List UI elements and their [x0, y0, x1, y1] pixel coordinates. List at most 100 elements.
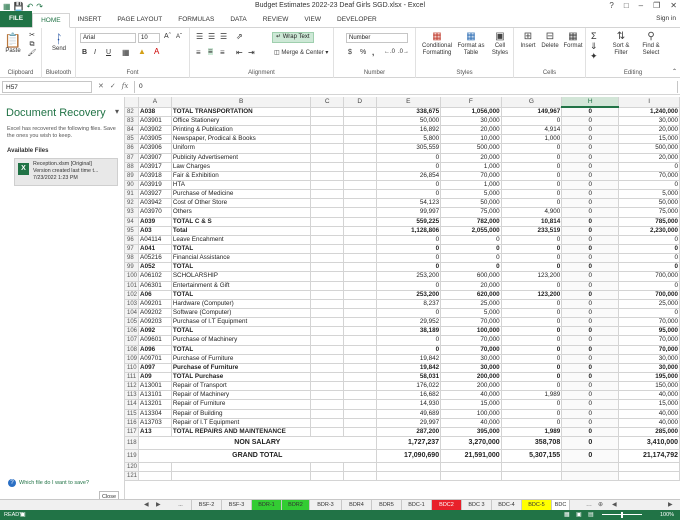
minimize-button[interactable]: –	[639, 1, 643, 10]
cell-code[interactable]: A038	[138, 107, 172, 117]
cell-value-h[interactable]: 0	[561, 244, 620, 255]
cell-description[interactable]: Printing & Publication	[171, 125, 312, 136]
cell-empty[interactable]	[343, 226, 377, 236]
cell-value-e[interactable]: 5,800	[376, 134, 442, 145]
cell-empty[interactable]	[561, 462, 620, 473]
cell-value-i[interactable]: 700,000	[618, 290, 680, 300]
cell-value-g[interactable]: 10,814	[501, 217, 563, 227]
cell-empty[interactable]	[310, 390, 344, 401]
cell-empty[interactable]	[343, 409, 377, 419]
cell-value-f[interactable]: 25,000	[440, 299, 502, 309]
conditional-formatting-button[interactable]: ▦ Conditional Formatting	[420, 31, 454, 57]
percent-button[interactable]: %	[360, 49, 366, 56]
cell-value-f[interactable]: 1,056,000	[440, 107, 502, 117]
cell-value-g[interactable]: 0	[501, 399, 563, 410]
cell-code[interactable]: A09	[138, 372, 172, 383]
cell-value-g[interactable]: 5,307,155	[501, 449, 563, 463]
cell-value-e[interactable]: 0	[376, 262, 442, 273]
row-header[interactable]: 100	[125, 271, 139, 282]
cell-value-f[interactable]: 30,000	[440, 116, 502, 127]
cell-empty[interactable]	[440, 471, 502, 482]
cell-empty[interactable]	[310, 345, 344, 355]
cell-value-f[interactable]: 40,000	[440, 390, 502, 401]
cell-value-f[interactable]: 21,591,000	[440, 449, 502, 463]
cell-empty[interactable]	[310, 226, 344, 236]
cell-empty[interactable]	[343, 335, 377, 346]
cell-value-g[interactable]: 0	[501, 381, 563, 392]
cell-value-g[interactable]: 233,519	[501, 226, 563, 236]
cell-value-i[interactable]: 70,000	[618, 335, 680, 346]
cell-description[interactable]: Repair of Building	[171, 409, 312, 419]
cell-value-h[interactable]: 0	[561, 409, 620, 419]
cell-description[interactable]: Publicity Advertisement	[171, 153, 312, 163]
cell-value-e[interactable]: 29,952	[376, 317, 442, 328]
cell-empty[interactable]	[343, 363, 377, 373]
row-header[interactable]: 110	[125, 363, 139, 373]
row-header[interactable]: 91	[125, 189, 139, 200]
cell-value-f[interactable]: 70,000	[440, 345, 502, 355]
row-header[interactable]: 115	[125, 409, 139, 419]
sign-in-link[interactable]: Sign in	[656, 15, 676, 22]
cell-value-f[interactable]: 1,000	[440, 180, 502, 191]
cell-empty[interactable]	[343, 418, 377, 428]
column-header-a[interactable]: A	[138, 97, 172, 108]
row-header[interactable]: 84	[125, 125, 139, 136]
cell-value-h[interactable]: 0	[561, 372, 620, 383]
cell-empty[interactable]	[343, 217, 377, 227]
cell-empty[interactable]	[310, 299, 344, 309]
cell-empty[interactable]	[310, 335, 344, 346]
cell-empty[interactable]	[376, 471, 442, 482]
cell-empty[interactable]	[343, 262, 377, 273]
cell-value-h[interactable]: 0	[561, 134, 620, 145]
cell-code[interactable]: A13703	[138, 418, 172, 428]
cell-empty[interactable]	[310, 418, 344, 428]
cell-code[interactable]: A03919	[138, 180, 172, 191]
cell-empty[interactable]	[138, 471, 172, 482]
cell-empty[interactable]	[310, 471, 344, 482]
cell-description[interactable]: HTA	[171, 180, 312, 191]
cell-value-g[interactable]: 0	[501, 262, 563, 273]
cell-empty[interactable]	[171, 462, 312, 473]
cell-empty[interactable]	[310, 134, 344, 145]
cell-code[interactable]: A13101	[138, 390, 172, 401]
cell-value-g[interactable]: 0	[501, 317, 563, 328]
cell-description[interactable]: Repair of Machinery	[171, 390, 312, 401]
number-format-combo[interactable]: Number	[346, 33, 408, 43]
row-header[interactable]: 113	[125, 390, 139, 401]
cell-description[interactable]: SCHOLARSHIP	[171, 271, 312, 282]
format-as-table-button[interactable]: ▦ Format as Table	[456, 31, 486, 57]
cell-value-h[interactable]: 0	[561, 326, 620, 337]
cell-value-e[interactable]: 8,237	[376, 299, 442, 309]
cell-value-h[interactable]: 0	[561, 418, 620, 428]
ribbon-display-icon[interactable]: □	[624, 1, 629, 10]
cell-value-f[interactable]: 0	[440, 253, 502, 264]
cell-value-f[interactable]: 500,000	[440, 143, 502, 154]
cell-empty[interactable]	[343, 390, 377, 401]
row-header[interactable]: 82	[125, 107, 139, 117]
cell-value-i[interactable]: 30,000	[618, 354, 680, 364]
align-middle-icon[interactable]: ☰	[208, 33, 215, 41]
cell-value-i[interactable]: 20,000	[618, 125, 680, 136]
cell-value-f[interactable]: 15,000	[440, 399, 502, 410]
cell-empty[interactable]	[343, 381, 377, 392]
summary-label[interactable]: GRAND TOTAL	[138, 449, 377, 463]
cell-description[interactable]: TOTAL	[171, 262, 312, 273]
cell-code[interactable]: A13304	[138, 409, 172, 419]
cell-value-h[interactable]: 0	[561, 207, 620, 218]
row-header[interactable]: 92	[125, 198, 139, 209]
cell-empty[interactable]	[343, 253, 377, 264]
align-top-icon[interactable]: ☰	[196, 33, 203, 41]
cell-value-i[interactable]: 30,000	[618, 363, 680, 373]
row-header[interactable]: 117	[125, 427, 139, 437]
grow-font-icon[interactable]: Aˆ	[164, 33, 171, 40]
cell-description[interactable]: TOTAL TRANSPORTATION	[171, 107, 312, 117]
cell-code[interactable]: A09701	[138, 354, 172, 364]
cell-code[interactable]: A13001	[138, 381, 172, 392]
cell-value-f[interactable]: 3,270,000	[440, 436, 502, 450]
cell-value-h[interactable]: 0	[561, 271, 620, 282]
cell-value-e[interactable]: 287,200	[376, 427, 442, 437]
cell-description[interactable]: Law Charges	[171, 162, 312, 172]
font-size-combo[interactable]: 10	[138, 33, 160, 43]
cell-value-g[interactable]: 0	[501, 198, 563, 209]
cell-description[interactable]: Software (Computer)	[171, 308, 312, 319]
